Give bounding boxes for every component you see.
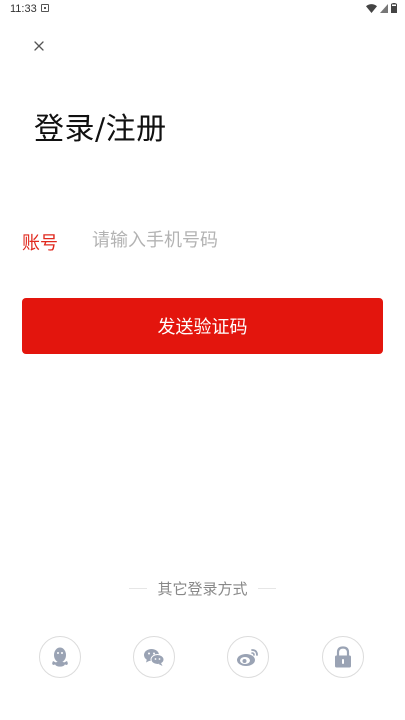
notification-icon (41, 4, 49, 12)
lock-icon (335, 646, 351, 668)
phone-number-input[interactable] (90, 222, 384, 258)
other-login-section: 其它登录方式 (0, 578, 405, 599)
divider-right (257, 588, 276, 589)
wechat-icon (144, 649, 165, 666)
qq-login-button[interactable] (39, 636, 81, 678)
account-label: 账号 (22, 233, 58, 254)
weibo-icon (237, 649, 258, 666)
qq-icon (52, 647, 68, 667)
login-page: 11:33 登录/注册 账号 发送验证码 其它登录方式 (0, 0, 405, 720)
divider-left (129, 588, 148, 589)
battery-icon (391, 3, 397, 13)
status-bar: 11:33 (0, 0, 405, 18)
page-title: 登录/注册 (34, 112, 167, 147)
close-icon (34, 41, 44, 51)
password-login-button[interactable] (322, 636, 364, 678)
close-button[interactable] (29, 36, 49, 56)
wifi-icon (366, 3, 377, 13)
wechat-login-button[interactable] (133, 636, 175, 678)
other-login-label: 其它登录方式 (157, 580, 248, 598)
send-code-button[interactable]: 发送验证码 (22, 298, 383, 354)
weibo-login-button[interactable] (227, 636, 269, 678)
status-icons (366, 3, 397, 13)
status-time: 11:33 (10, 3, 37, 15)
signal-icon (380, 3, 388, 13)
